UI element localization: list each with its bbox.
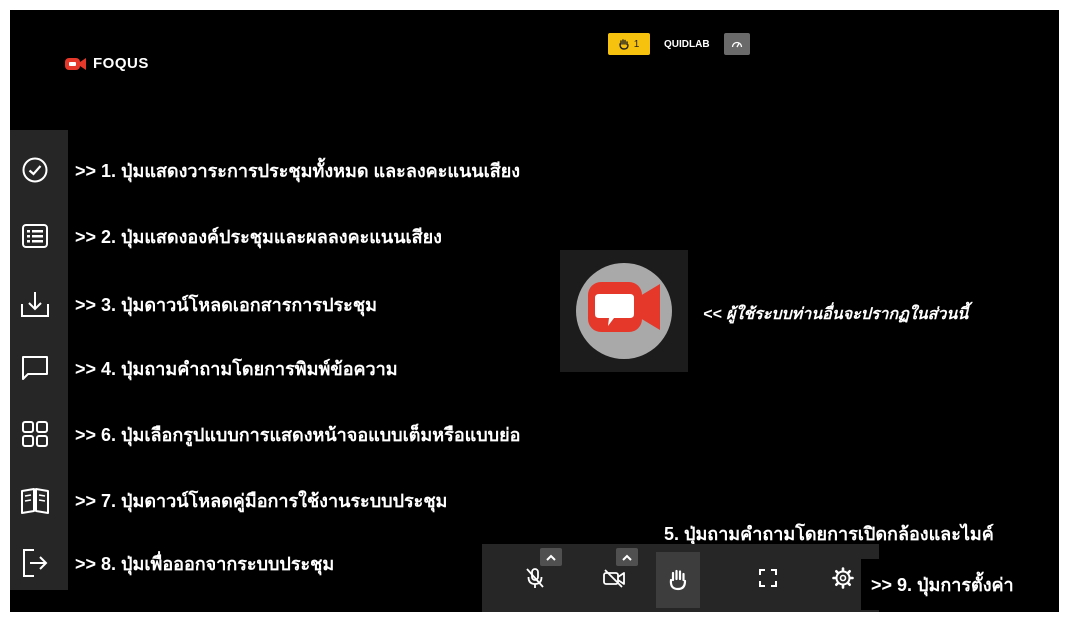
hand-icon [619,38,629,50]
foqus-camera-icon [588,282,660,332]
menu-label: >> 8. ปุ่มเพื่อออกจากระบบประชุม [75,553,335,574]
fullscreen-button[interactable] [746,556,790,600]
menu-label: >> 4. ปุ่มถามคำถามโดยการพิมพ์ข้อความ [75,358,398,379]
logo-camera-icon [65,57,86,70]
menu-item-agenda[interactable]: >> 1. ปุ่มแสดงวาระการประชุมทั้งหมด และลง… [15,150,520,190]
raise-hand-button[interactable] [656,552,700,608]
check-circle-icon[interactable] [15,150,55,190]
menu-label: >> 2. ปุ่มแสดงองค์ประชุมและผลลงคะแนนเสีย… [75,226,442,247]
participant-tile[interactable] [560,250,688,372]
meeting-controls [482,544,879,612]
raised-hand-count: 1 [633,38,640,50]
mic-off-icon [526,568,544,588]
exit-icon[interactable] [15,543,55,583]
menu-item-exit[interactable]: >> 8. ปุ่มเพื่อออกจากระบบประชุม [15,543,334,583]
gear-icon [832,567,854,589]
connection-speed-button[interactable] [723,33,750,55]
menu-item-quorum[interactable]: >> 2. ปุ่มแสดงองค์ประชุมและผลลงคะแนนเสีย… [15,216,442,256]
participants-note: << ผู้ใช้ระบบท่านอื่นจะปรากฏในส่วนนี้ [703,306,969,323]
top-status-bar: 1 QUIDLAB [608,33,750,55]
list-icon[interactable] [15,216,55,256]
grid-icon[interactable] [15,414,55,454]
raised-hand-badge[interactable]: 1 [608,33,650,55]
menu-item-manual[interactable]: >> 7. ปุ่มดาวน์โหลดคู่มือการใช้งานระบบปร… [15,480,447,520]
fullscreen-icon [759,569,777,587]
mic-toggle-button[interactable] [513,556,557,600]
menu-item-documents[interactable]: >> 3. ปุ่มดาวน์โหลดเอกสารการประชุม [15,284,377,324]
download-icon[interactable] [15,284,55,324]
camera-off-icon [603,569,625,588]
manual-icon[interactable] [15,480,55,520]
avatar [576,263,672,359]
gauge-icon [731,41,742,48]
hand-icon [669,569,687,591]
app-logo: FOQUS [65,55,149,72]
settings-caption: >> 9. ปุ่มการตั้งค่า [861,559,1059,610]
camera-toggle-button[interactable] [592,556,636,600]
menu-item-layout[interactable]: >> 6. ปุ่มเลือกรูปแบบการแสดงหน้าจอแบบเต็… [15,414,520,454]
settings-button[interactable] [821,556,865,600]
chat-icon[interactable] [15,348,55,388]
room-name: QUIDLAB [664,38,710,50]
menu-item-chat[interactable]: >> 4. ปุ่มถามคำถามโดยการพิมพ์ข้อความ [15,348,398,388]
logo-text: FOQUS [93,55,149,72]
menu-label: >> 1. ปุ่มแสดงวาระการประชุมทั้งหมด และลง… [75,160,521,181]
menu-label: >> 7. ปุ่มดาวน์โหลดคู่มือการใช้งานระบบปร… [75,490,448,511]
meeting-window: FOQUS 1 QUIDLAB >> 1. ปุ่มแสดงวาระการประ… [10,10,1059,612]
menu-label: >> 6. ปุ่มเลือกรูปแบบการแสดงหน้าจอแบบเต็… [75,424,521,445]
menu-label: >> 3. ปุ่มดาวน์โหลดเอกสารการประชุม [75,294,377,315]
